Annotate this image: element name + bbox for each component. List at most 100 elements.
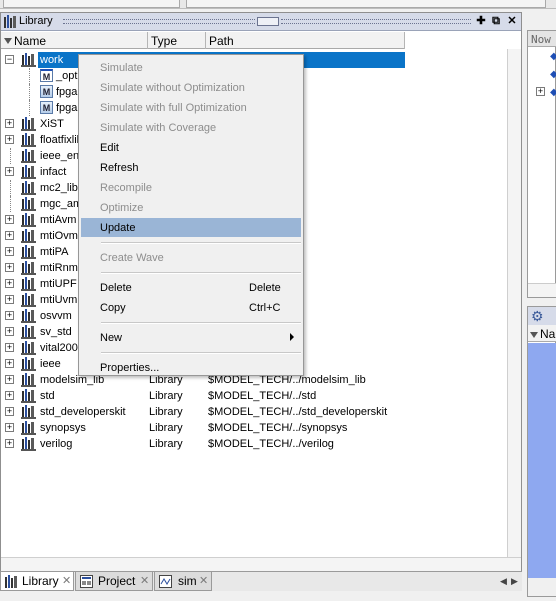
gear-icon[interactable]: ⚙: [531, 308, 544, 325]
tree-row-name: fpga: [56, 86, 78, 98]
scroll-left-icon[interactable]: ◀: [500, 576, 507, 587]
menu-item-label: Recompile: [100, 182, 152, 194]
tree-row[interactable]: + std_developerskit Library $MODEL_TECH/../…: [1, 404, 521, 420]
wave-signal-icon: ◆: [550, 69, 556, 80]
expand-icon[interactable]: +: [5, 279, 14, 288]
tree-row[interactable]: + synopsys Library $MODEL_TECH/../synopsys: [1, 420, 521, 436]
menu-item-label: Simulate with full Optimization: [100, 102, 247, 114]
collapse-icon[interactable]: −: [5, 55, 14, 64]
close-icon[interactable]: ✕: [199, 574, 208, 587]
tree-row-path: $MODEL_TECH/../std_developerskit: [208, 406, 388, 418]
expand-icon[interactable]: +: [5, 407, 14, 416]
menu-item-simulate-with-coverage[interactable]: Simulate with Coverage: [81, 118, 301, 137]
expand-icon[interactable]: +: [5, 167, 14, 176]
tree-connector: [29, 68, 30, 84]
menu-separator: [101, 242, 301, 244]
wave-signal-icon: ◆: [550, 51, 556, 62]
expand-icon[interactable]: +: [536, 87, 545, 96]
menu-item-copy[interactable]: Copy Ctrl+C: [81, 298, 301, 317]
menu-item-simulate[interactable]: Simulate: [81, 58, 301, 77]
menu-item-label: Edit: [100, 142, 119, 154]
tree-row-name: infact: [40, 166, 67, 178]
menu-item-edit[interactable]: Edit: [81, 138, 301, 157]
tree-row-name: XiST: [40, 118, 64, 130]
menu-item-refresh[interactable]: Refresh: [81, 158, 301, 177]
column-path-header[interactable]: Path: [206, 32, 405, 49]
wave-signal-icon: ◆: [550, 87, 556, 98]
tree-row-name: work: [40, 54, 64, 66]
scroll-right-icon[interactable]: ▶: [511, 576, 518, 587]
close-icon[interactable]: ✕: [62, 574, 71, 587]
library-icon: [4, 15, 17, 31]
expand-icon[interactable]: +: [5, 295, 14, 304]
wave-panel: Now ◆ ◆ + ◆: [527, 30, 556, 298]
tab-sim[interactable]: sim ✕: [154, 572, 212, 591]
tree-row-name: std: [40, 390, 55, 402]
undock-handle[interactable]: [257, 17, 279, 26]
toolbar-segment: [186, 0, 546, 8]
menu-item-simulate-without-optimization[interactable]: Simulate without Optimization: [81, 78, 301, 97]
close-icon[interactable]: ✕: [506, 15, 518, 28]
menu-item-properties[interactable]: Properties...: [81, 358, 301, 377]
context-menu: Simulate Simulate without Optimization Sim…: [78, 54, 304, 376]
sim-icon: [159, 575, 172, 591]
expand-icon[interactable]: +: [5, 343, 14, 352]
menu-item-label: Copy: [100, 302, 126, 314]
expand-icon[interactable]: +: [5, 359, 14, 368]
add-icon[interactable]: ✚: [475, 15, 487, 28]
tree-row[interactable]: + std Library $MODEL_TECH/../std: [1, 388, 521, 404]
menu-item-delete[interactable]: Delete Delete: [81, 278, 301, 297]
tree-row-name: mtiPA: [40, 246, 69, 258]
horizontal-scrollbar[interactable]: [528, 578, 556, 596]
tree-connector: [10, 148, 11, 164]
menu-item-update[interactable]: Update: [81, 218, 301, 237]
expand-icon[interactable]: +: [5, 215, 14, 224]
menu-separator: [101, 352, 301, 354]
column-type-header[interactable]: Type: [148, 32, 206, 49]
tab-library[interactable]: Library ✕: [0, 572, 74, 591]
tab-project[interactable]: Project ✕: [75, 572, 153, 591]
menu-item-label: New: [100, 332, 123, 344]
expand-icon[interactable]: +: [5, 327, 14, 336]
module-icon: M: [40, 101, 53, 114]
expand-icon[interactable]: +: [5, 135, 14, 144]
expand-icon[interactable]: +: [5, 423, 14, 432]
expand-icon[interactable]: +: [5, 439, 14, 448]
objects-panel-titlebar[interactable]: ⚙: [528, 307, 556, 325]
close-icon[interactable]: ✕: [140, 574, 149, 587]
expand-icon[interactable]: +: [5, 247, 14, 256]
menu-item-label: Simulate with Coverage: [100, 122, 217, 134]
expand-icon[interactable]: +: [5, 119, 14, 128]
expand-icon[interactable]: +: [5, 231, 14, 240]
top-toolbar-strip: [0, 0, 556, 9]
library-icon: [21, 436, 36, 454]
horizontal-scrollbar[interactable]: [528, 283, 556, 297]
menu-separator: [101, 272, 301, 274]
expand-icon[interactable]: +: [5, 375, 14, 384]
horizontal-scrollbar[interactable]: [1, 557, 521, 571]
undock-icon[interactable]: ⧉: [490, 15, 502, 28]
menu-item-optimize[interactable]: Optimize: [81, 198, 301, 217]
library-panel-titlebar[interactable]: Library ✚ ⧉ ✕: [1, 13, 521, 31]
tree-row-name: fpga: [56, 102, 78, 114]
tree-row-type: Library: [149, 390, 183, 402]
tree-row-name: verilog: [40, 438, 73, 450]
objects-panel: ⚙ Na: [527, 306, 556, 597]
menu-item-new[interactable]: New: [81, 328, 301, 347]
tree-row-name: _opt: [56, 70, 78, 82]
column-name-header[interactable]: Na: [528, 325, 556, 342]
drag-grip[interactable]: [63, 19, 255, 24]
vertical-scrollbar[interactable]: [507, 49, 521, 557]
column-name-header[interactable]: Name: [1, 32, 148, 49]
tree-row-type: Library: [149, 422, 183, 434]
expand-icon[interactable]: +: [5, 391, 14, 400]
menu-item-label: Update: [100, 222, 136, 234]
drag-grip[interactable]: [281, 19, 471, 24]
menu-item-recompile[interactable]: Recompile: [81, 178, 301, 197]
tree-row-name: std_developerskit: [40, 406, 126, 418]
tree-row[interactable]: + verilog Library $MODEL_TECH/../verilog: [1, 436, 521, 452]
expand-icon[interactable]: +: [5, 311, 14, 320]
menu-item-simulate-with-full-optimization[interactable]: Simulate with full Optimization: [81, 98, 301, 117]
menu-item-create-wave[interactable]: Create Wave: [81, 248, 301, 267]
expand-icon[interactable]: +: [5, 263, 14, 272]
